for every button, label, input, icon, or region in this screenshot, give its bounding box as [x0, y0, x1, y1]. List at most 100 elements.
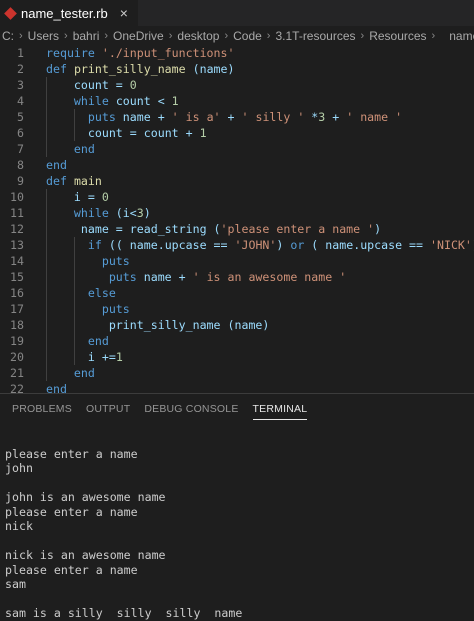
indent-guide [74, 109, 75, 125]
code-line[interactable]: 11 while (i<3) [0, 205, 474, 221]
line-number: 19 [10, 334, 24, 348]
code-line[interactable]: 14 puts [0, 253, 474, 269]
code-line[interactable]: 1 require './input_functions' [0, 45, 474, 61]
code-line[interactable]: 22 end [0, 381, 474, 393]
code-line[interactable]: 9 def main [0, 173, 474, 189]
line-number: 5 [17, 110, 24, 124]
file-tab-label: name_tester.rb [21, 5, 108, 21]
line-number: 6 [17, 126, 24, 140]
file-tab[interactable]: name_tester.rb × [0, 0, 138, 26]
breadcrumb-item[interactable]: bahri [73, 29, 100, 43]
line-number: 13 [10, 238, 24, 252]
code-text: count = count + 1 [24, 125, 207, 141]
code-text: end [46, 158, 67, 172]
chevron-right-icon: › [431, 29, 436, 42]
code-line[interactable]: 10 i = 0 [0, 189, 474, 205]
code-line[interactable]: 18 print_silly_name (name) [0, 317, 474, 333]
indent-guide [46, 365, 47, 381]
indent-guide [46, 285, 47, 301]
code-text: i +=1 [24, 349, 123, 365]
breadcrumb-item[interactable]: OneDrive [113, 29, 164, 43]
code-text: puts [24, 301, 130, 317]
line-number: 22 [10, 382, 24, 393]
indent-guide [46, 141, 47, 157]
code-text: print_silly_name (name) [24, 317, 269, 333]
terminal-line: please enter a name [5, 504, 138, 519]
code-editor[interactable]: 1 require './input_functions' 2 def print_s… [0, 45, 474, 393]
code-line[interactable]: 20 i +=1 [0, 349, 474, 365]
breadcrumb-item[interactable]: Users [28, 29, 59, 43]
indent-guide [74, 285, 75, 301]
tab-problems[interactable]: PROBLEMS [5, 394, 79, 424]
code-line[interactable]: 12 name = read_string ('please enter a n… [0, 221, 474, 237]
close-icon[interactable]: × [120, 5, 128, 21]
code-line[interactable]: 13 if (( name.upcase == 'JOHN') or ( nam… [0, 237, 474, 253]
code-line[interactable]: 6 count = count + 1 [0, 125, 474, 141]
terminal-line: please enter a name [5, 446, 138, 461]
code-text: end [46, 382, 67, 393]
line-number: 15 [10, 270, 24, 284]
code-text: require './input_functions' [46, 46, 235, 60]
code-line[interactable]: 19 end [0, 333, 474, 349]
line-number: 21 [10, 366, 24, 380]
indent-guide [74, 253, 75, 269]
code-line[interactable]: 15 puts name + ' is an awesome name ' [0, 269, 474, 285]
indent-guide [74, 317, 75, 333]
terminal-line: sam [5, 577, 26, 591]
line-number: 7 [17, 142, 24, 156]
breadcrumb-item[interactable]: Resources [369, 29, 426, 43]
terminal-line: nick [5, 519, 33, 533]
code-text: if (( name.upcase == 'JOHN') or ( name.u… [24, 237, 474, 253]
indent-guide [46, 317, 47, 333]
indent-guide [46, 189, 47, 205]
code-line[interactable]: 8 end [0, 157, 474, 173]
code-text: end [24, 365, 95, 381]
tab-output[interactable]: OUTPUT [79, 394, 137, 424]
code-line[interactable]: 16 else [0, 285, 474, 301]
tab-debug-console[interactable]: DEBUG CONSOLE [137, 394, 245, 424]
code-line[interactable]: 5 puts name + ' is a' + ' silly ' *3 + '… [0, 109, 474, 125]
terminal-line: john is an awesome name [5, 490, 166, 504]
code-line[interactable]: 2 def print_silly_name (name) [0, 61, 474, 77]
code-text: end [24, 333, 109, 349]
chevron-right-icon: › [360, 29, 365, 42]
code-text: i = 0 [24, 189, 109, 205]
breadcrumb-item[interactable]: Code [233, 29, 262, 43]
code-text: else [24, 285, 116, 301]
indent-guide [74, 125, 75, 141]
indent-guide [46, 301, 47, 317]
ruby-file-icon [439, 33, 445, 38]
indent-guide [46, 349, 47, 365]
ruby-file-icon [4, 6, 17, 20]
code-line[interactable]: 4 while count < 1 [0, 93, 474, 109]
panel-tabs: PROBLEMS OUTPUT DEBUG CONSOLE TERMINAL [0, 394, 474, 424]
line-number: 9 [17, 174, 24, 188]
chevron-right-icon: › [104, 29, 109, 42]
chevron-right-icon: › [224, 29, 229, 42]
line-number: 12 [10, 222, 24, 236]
breadcrumb-item[interactable]: name_teste [449, 29, 474, 43]
breadcrumb-item[interactable]: desktop [177, 29, 219, 43]
terminal-output[interactable]: please enter a name john john is an awesom… [0, 424, 474, 621]
code-text: count = 0 [24, 77, 137, 93]
line-number: 14 [10, 254, 24, 268]
code-text: puts name + ' is an awesome name ' [24, 269, 346, 285]
code-line[interactable]: 17 puts [0, 301, 474, 317]
indent-guide [46, 77, 47, 93]
code-text: while count < 1 [24, 93, 179, 109]
code-line[interactable]: 21 end [0, 365, 474, 381]
indent-guide [74, 269, 75, 285]
terminal-line: john [5, 461, 33, 475]
code-line[interactable]: 3 count = 0 [0, 77, 474, 93]
code-line[interactable]: 7 end [0, 141, 474, 157]
indent-guide [46, 253, 47, 269]
indent-guide [74, 349, 75, 365]
tab-terminal[interactable]: TERMINAL [246, 394, 315, 424]
code-text: end [24, 141, 95, 157]
breadcrumb-item[interactable]: 3.1T-resources [275, 29, 355, 43]
breadcrumb-item[interactable]: C: [2, 29, 14, 43]
indent-guide [46, 125, 47, 141]
indent-guide [46, 269, 47, 285]
